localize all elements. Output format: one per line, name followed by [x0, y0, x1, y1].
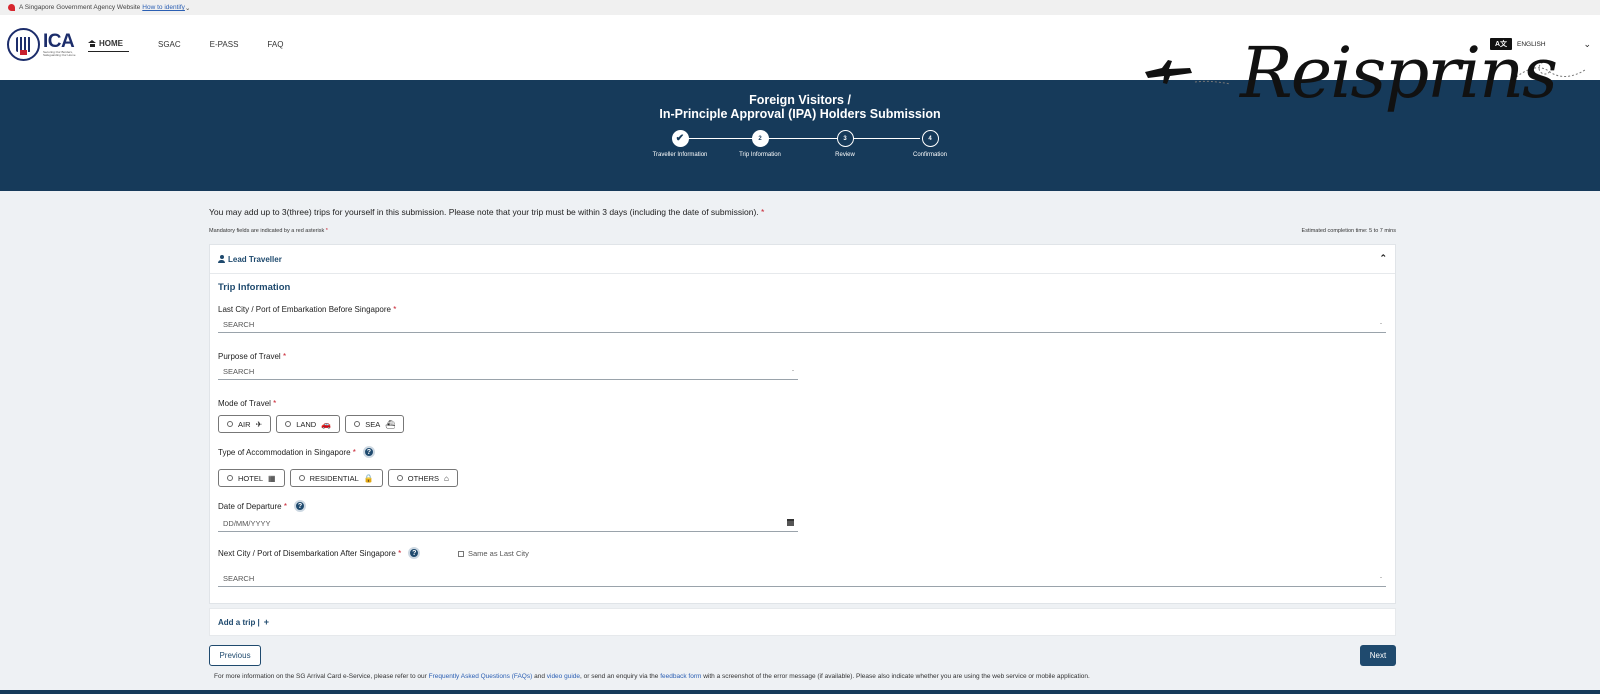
mode-options: AIR ✈ LAND 🚗 SEA ⛴ — [218, 415, 409, 433]
step-trip-information: 2 Trip Information — [720, 130, 800, 158]
chevron-down-icon[interactable]: ⌄ — [185, 4, 190, 12]
bottom-bar — [0, 690, 1600, 694]
radio-icon — [227, 475, 233, 481]
how-to-identify-link[interactable]: How to identify — [142, 4, 185, 11]
user-icon — [218, 255, 225, 263]
radio-icon — [285, 421, 292, 427]
accommodation-others-option[interactable]: OTHERS ⌂ — [387, 469, 458, 487]
checkmark-icon: ✔ — [671, 130, 689, 147]
gov-banner: A Singapore Government Agency Website Ho… — [0, 0, 1600, 15]
site-header: ICA Securing Our Borders, Safeguarding O… — [0, 15, 1600, 80]
home-icon — [88, 40, 96, 47]
page-title: Foreign Visitors / In-Principle Approval… — [659, 93, 941, 121]
language-selector[interactable]: A文 ENGLISH ⌄ — [1490, 38, 1591, 50]
accommodation-residential-option[interactable]: RESIDENTIAL 🔒 — [289, 469, 383, 487]
footer-note: For more information on the SG Arrival C… — [214, 673, 1090, 680]
car-icon: 🚗 — [321, 419, 332, 429]
lead-traveller-header[interactable]: Lead Traveller ⌃ — [210, 245, 1395, 274]
mode-land-option[interactable]: LAND 🚗 — [276, 415, 341, 433]
dropdown-caret-icon: - — [792, 368, 794, 374]
info-icon[interactable]: ? — [362, 446, 375, 458]
accommodation-options: HOTEL ▦ RESIDENTIAL 🔒 OTHERS ⌂ — [218, 469, 463, 487]
add-trip-button[interactable]: Add a trip | + — [209, 608, 1396, 636]
accommodation-hotel-option[interactable]: HOTEL ▦ — [218, 469, 285, 487]
hero-banner: Foreign Visitors / In-Principle Approval… — [0, 80, 1600, 191]
lion-head-icon — [8, 4, 15, 11]
nav-home[interactable]: HOME — [88, 39, 129, 52]
last-city-label: Last City / Port of Embarkation Before S… — [218, 305, 397, 314]
calendar-icon[interactable] — [787, 519, 794, 526]
dropdown-caret-icon: - — [1380, 321, 1382, 327]
radio-icon — [396, 475, 403, 481]
trip-notice: You may add up to 3(three) trips for you… — [209, 207, 765, 217]
main-nav: HOME SGAC E-PASS FAQ — [88, 39, 312, 52]
plane-icon: ✈ — [255, 419, 263, 429]
ica-logo[interactable]: ICA Securing Our Borders, Safeguarding O… — [7, 28, 77, 61]
gov-banner-text: A Singapore Government Agency Website — [19, 4, 141, 11]
ship-icon: ⛴ — [385, 419, 396, 429]
info-icon[interactable]: ? — [408, 547, 421, 559]
purpose-label: Purpose of Travel * — [218, 352, 287, 361]
radio-icon — [354, 421, 361, 427]
video-guide-link[interactable]: video guide — [547, 673, 580, 680]
section-title: Trip Information — [218, 282, 291, 293]
building-icon: ▦ — [268, 473, 276, 483]
mandatory-note: Mandatory fields are indicated by a red … — [209, 228, 328, 234]
lock-icon: 🔒 — [363, 473, 374, 483]
step-confirmation: 4 Confirmation — [890, 130, 970, 158]
previous-button[interactable]: Previous — [209, 645, 261, 666]
feedback-form-link[interactable]: feedback form — [660, 673, 701, 680]
nav-epass[interactable]: E-PASS — [210, 39, 239, 52]
mode-sea-option[interactable]: SEA ⛴ — [345, 415, 405, 433]
next-city-label: Next City / Port of Disembarkation After… — [218, 547, 421, 559]
progress-stepper: ✔ Traveller Information 2 Trip Informati… — [640, 130, 960, 170]
radio-icon — [298, 475, 305, 481]
logo-tagline: Securing Our Borders, Safeguarding Our H… — [43, 49, 76, 57]
dropdown-caret-icon: - — [1380, 575, 1382, 581]
chevron-up-icon[interactable]: ⌃ — [1379, 253, 1387, 264]
translate-icon: A文 — [1490, 38, 1512, 50]
last-city-input[interactable]: SEARCH - — [218, 317, 1386, 333]
step-traveller-information: ✔ Traveller Information — [640, 130, 720, 158]
chevron-down-icon: ⌄ — [1583, 38, 1592, 49]
info-icon[interactable]: ? — [293, 500, 306, 512]
next-city-input[interactable]: SEARCH - — [218, 571, 1386, 587]
mode-label: Mode of Travel * — [218, 399, 277, 408]
mode-air-option[interactable]: AIR ✈ — [218, 415, 272, 433]
language-label: ENGLISH — [1517, 40, 1546, 48]
departure-label: Date of Departure * ? — [218, 500, 306, 512]
checkbox-icon[interactable] — [458, 550, 464, 557]
nav-faq[interactable]: FAQ — [267, 39, 283, 52]
accommodation-label: Type of Accommodation in Singapore * ? — [218, 446, 375, 458]
logo-name: ICA — [43, 30, 75, 52]
plus-icon: + — [263, 617, 270, 627]
departure-date-input[interactable]: DD/MM/YYYY — [218, 516, 798, 532]
radio-icon — [227, 421, 233, 427]
next-button[interactable]: Next — [1360, 645, 1396, 666]
ica-seal-icon — [7, 28, 40, 61]
house-icon: ⌂ — [444, 473, 449, 483]
nav-sgac[interactable]: SGAC — [158, 39, 181, 52]
step-review: 3 Review — [805, 130, 885, 158]
purpose-input[interactable]: SEARCH - — [218, 364, 798, 380]
faq-link[interactable]: Frequently Asked Questions (FAQs) — [429, 673, 533, 680]
same-as-last-city[interactable]: Same as Last City — [458, 549, 529, 558]
lead-traveller-card: Lead Traveller ⌃ Trip Information Last C… — [209, 244, 1396, 604]
estimated-time: Estimated completion time: 5 to 7 mins — [1301, 228, 1396, 234]
